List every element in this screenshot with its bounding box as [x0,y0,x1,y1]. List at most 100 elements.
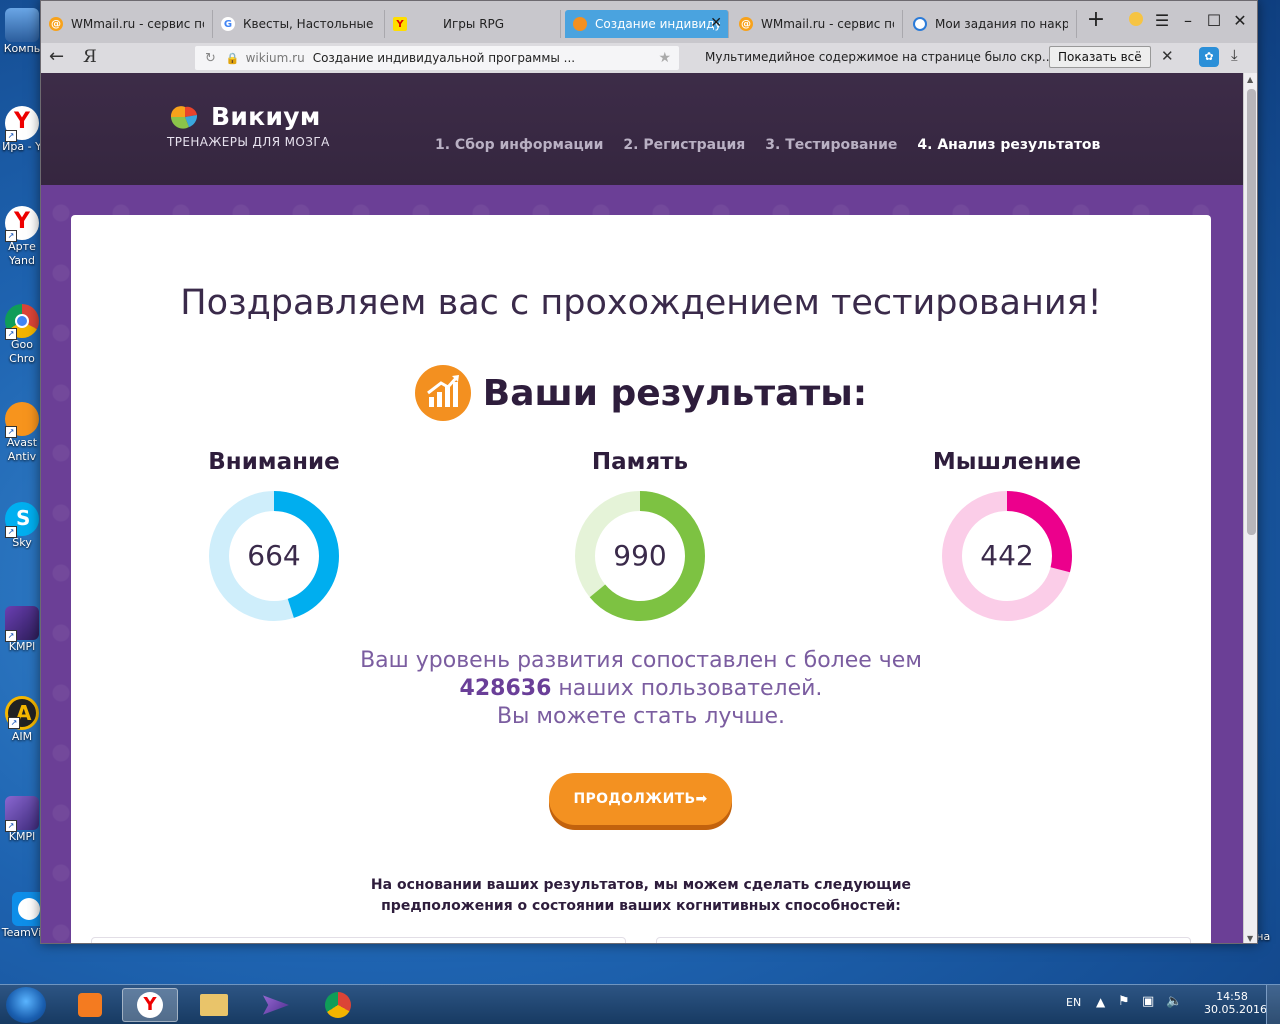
metric-label: Память [591,449,689,475]
desktop-icon-yandex-artem[interactable]: Y ↗ Арте Yand [0,206,44,268]
tab-tasks[interactable]: Мои задания по накрут [905,10,1077,38]
desktop-icon-avast[interactable]: ↗ Avast Antiv [0,402,44,464]
yandex-browser-icon: Y ↗ [5,106,39,142]
maximize-icon[interactable]: ☐ [1203,11,1225,30]
yandex-browser-icon: Y ↗ [5,206,39,242]
new-tab-button[interactable]: + [1085,7,1107,32]
comparison-line-1: Ваш уровень развития сопоставлен с более… [360,648,922,673]
tab-wikium[interactable]: Создание индивиду ✕ [565,10,729,38]
metric-value: 442 [980,539,1034,572]
volume-icon[interactable]: 🔈 [1166,994,1182,1009]
folder-icon [200,994,228,1016]
yandex-browser-icon: Y [137,992,163,1018]
minimize-icon[interactable]: – [1177,11,1199,30]
metric-value: 664 [247,539,301,572]
desktop-icon-label: Ира - Y [2,140,42,153]
scroll-up-icon[interactable]: ▲ [1247,75,1253,84]
blocked-media-notice: Мультимедийное содержимое на странице бы… [705,50,1054,64]
desktop-icon-aimp[interactable]: A ↗ AIM [0,696,44,744]
lock-icon: 🔒 [225,51,240,65]
brand-name: Викиум [211,101,321,131]
continue-button[interactable]: ПРОДОЛЖИТЬ➡ [549,773,732,825]
comparison-line-2-rest: наших пользователей. [558,676,823,701]
tab-title: Квесты, Настольные игр [243,17,376,31]
show-all-button[interactable]: Показать всё [1049,46,1151,68]
close-tab-icon[interactable]: ✕ [710,15,722,31]
desktop-icon-label: KMPl [8,830,36,843]
step-2: 2. Регистрация [623,137,746,153]
back-button[interactable]: ← [49,46,64,67]
step-4-current: 4. Анализ результатов [917,137,1101,153]
assumption-text: На основании ваших результатов, мы можем… [71,875,1211,917]
tray-expand-icon[interactable]: ▲ [1096,995,1105,1009]
download-icon[interactable]: ⤓ [1231,46,1238,64]
desktop-icon-kmplayer[interactable]: ↗ KMPl [0,606,44,654]
tab-wmmail[interactable]: @ WMmail.ru - сервис поч [41,10,213,38]
taskbar-explorer[interactable] [186,988,242,1022]
network-icon[interactable]: ▣ [1142,994,1154,1009]
desktop-icon-kmplayer-2[interactable]: ↗ KMPl [0,796,44,844]
bookmark-star-icon[interactable]: ★ [658,50,671,66]
yandex-home-button[interactable]: Я [83,47,97,67]
scroll-down-icon[interactable]: ▼ [1247,934,1253,943]
tab-rpg[interactable]: Y Игры RPG [385,10,561,38]
scrollbar-thumb[interactable] [1247,89,1256,535]
taskbar-visual-studio[interactable] [248,988,304,1022]
computer-icon [5,8,39,42]
desktop-icon-yandex-ira[interactable]: Y ↗ Ира - Y [0,106,44,154]
skype-icon: S ↗ [5,502,39,538]
desktop-icon-computer[interactable]: Компь [0,8,44,56]
chrome-icon [325,992,351,1018]
google-icon: G [221,17,235,31]
page-scrollbar[interactable]: ▲ ▼ [1243,73,1257,943]
taskbar-media-player[interactable] [62,988,118,1022]
metric-memory: Память 990 [540,449,740,623]
desktop-icon-label: Antiv [7,450,37,463]
yandex-icon: Y [393,17,407,31]
chart-growth-icon [414,365,471,421]
metric-ring: 442 [940,489,1074,623]
kmplayer-icon: ↗ [5,796,39,832]
desktop-icon-label: KMPl [8,640,36,653]
site-logo[interactable]: Викиум [167,101,321,131]
tab-wmmail-2[interactable]: @ WMmail.ru - сервис поч [731,10,903,38]
paw-extension-icon[interactable]: ✿ [1199,47,1219,67]
tab-title: WMmail.ru - сервис поч [71,17,204,31]
congrats-heading: Поздравляем вас с прохождением тестирова… [180,283,1102,323]
menu-icon[interactable]: ☰ [1151,11,1173,30]
close-notice-icon[interactable]: ✕ [1161,47,1174,65]
tab-title: WMmail.ru - сервис поч [761,17,894,31]
wmmail-icon: @ [49,17,63,31]
bulb-icon[interactable] [1125,11,1147,30]
clock-date: 30.05.2016 [1204,1003,1267,1016]
desktop-icon-label: Sky [12,536,32,549]
show-desktop-button[interactable] [1266,985,1280,1024]
close-window-icon[interactable]: ✕ [1229,11,1251,30]
progress-steps: 1. Сбор информации 2. Регистрация 3. Тес… [435,137,1100,153]
aimp-icon: A ↗ [5,696,39,730]
web-page: Викиум ТРЕНАЖЕРЫ ДЛЯ МОЗГА 1. Сбор инфор… [41,73,1243,943]
desktop-icon-chrome[interactable]: ↗ Goo Chro [0,304,44,366]
url-field[interactable]: ↻ 🔒 wikium.ru Создание индивидуальной пр… [195,46,679,70]
language-indicator[interactable]: EN [1066,996,1081,1009]
taskbar-chrome[interactable] [310,988,366,1022]
action-center-flag-icon[interactable]: ⚑ [1118,994,1130,1009]
taskbar-yandex-browser[interactable]: Y [122,988,178,1022]
start-button[interactable] [6,987,46,1023]
desktop-icon-label: Chro [9,352,35,365]
chrome-icon: ↗ [5,304,39,340]
tab-title: Мои задания по накрут [935,17,1068,31]
desktop-icon-skype[interactable]: S ↗ Sky [0,502,44,550]
reload-icon[interactable]: ↻ [205,51,216,66]
avast-icon: ↗ [5,402,39,438]
wmmail-icon: @ [739,17,753,31]
comparison-line-2: 428636 наших пользователей. [71,675,1211,703]
tab-quests[interactable]: G Квесты, Настольные игр [213,10,385,38]
desktop-icon-label: Avast [6,436,38,449]
clock[interactable]: 14:58 30.05.2016 [1204,990,1267,1016]
assumption-line-1: На основании ваших результатов, мы можем… [370,877,912,893]
site-header: Викиум ТРЕНАЖЕРЫ ДЛЯ МОЗГА 1. Сбор инфор… [41,73,1243,185]
taskbar: Y EN ▲ ⚑ ▣ 🔈 14:58 30.05.2016 [0,984,1280,1024]
desktop-icon-label: Yand [9,254,35,267]
step-3: 3. Тестирование [765,137,898,153]
